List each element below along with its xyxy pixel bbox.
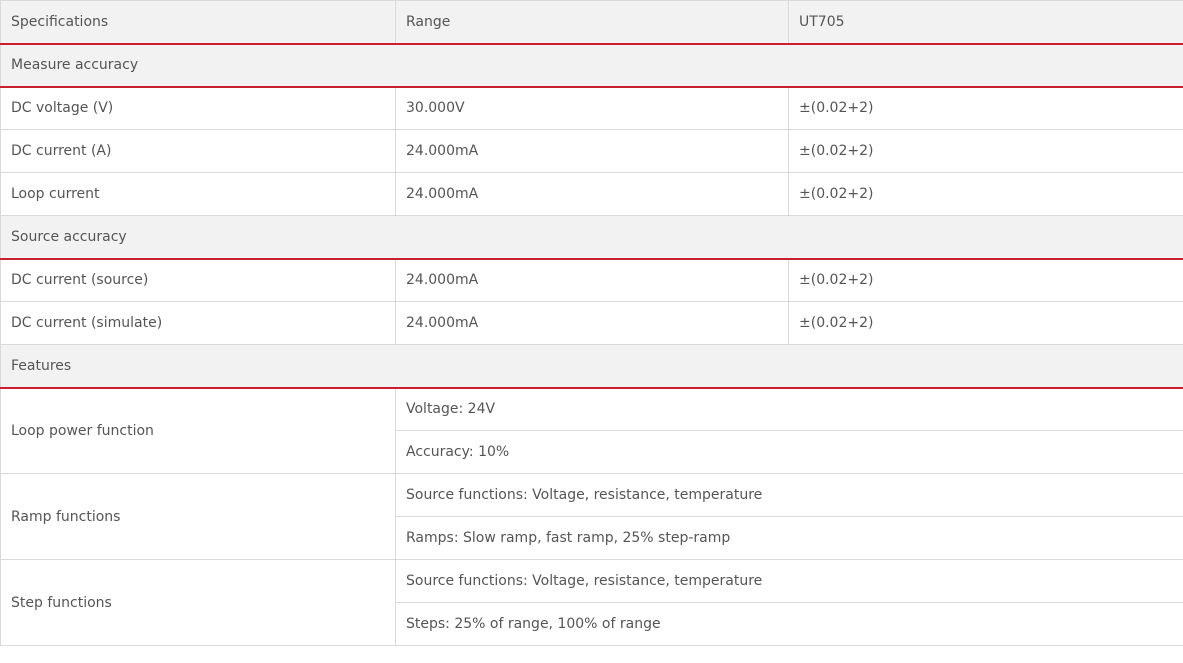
feature-detail-cell: Source functions: Voltage, resistance, t… [395, 559, 1183, 603]
spec-cell: DC current (A) [0, 129, 396, 173]
section-row-measure: Measure accuracy [0, 43, 1183, 88]
value-cell: ±(0.02+2) [788, 172, 1183, 216]
range-cell: 24.000mA [395, 129, 789, 173]
feature-detail-cell: Voltage: 24V [395, 387, 1183, 431]
spec-cell: Loop current [0, 172, 396, 216]
table-row: Loop power function Voltage: 24V [0, 387, 1183, 474]
table-row: DC current (source) 24.000mA ±(0.02+2) [0, 258, 1183, 302]
table-header-row: Specifications Range UT705 [0, 0, 1183, 45]
feature-name-cell: Step functions [0, 559, 396, 646]
value-cell: ±(0.02+2) [788, 129, 1183, 173]
spec-cell: DC current (simulate) [0, 301, 396, 345]
header-specifications: Specifications [0, 0, 396, 45]
value-cell: ±(0.02+2) [788, 301, 1183, 345]
section-row-features: Features [0, 344, 1183, 389]
table-row: Ramp functions Source functions: Voltage… [0, 473, 1183, 560]
range-cell: 30.000V [395, 86, 789, 130]
table-row: DC current (A) 24.000mA ±(0.02+2) [0, 129, 1183, 173]
table-row: Loop current 24.000mA ±(0.02+2) [0, 172, 1183, 216]
range-cell: 24.000mA [395, 172, 789, 216]
feature-name-cell: Loop power function [0, 387, 396, 474]
value-cell: ±(0.02+2) [788, 86, 1183, 130]
feature-detail-cell: Ramps: Slow ramp, fast ramp, 25% step-ra… [395, 516, 1183, 560]
spec-cell: DC current (source) [0, 258, 396, 302]
header-range: Range [395, 0, 789, 45]
feature-name-cell: Ramp functions [0, 473, 396, 560]
feature-detail-cell: Accuracy: 10% [395, 430, 1183, 474]
table-row: DC current (simulate) 24.000mA ±(0.02+2) [0, 301, 1183, 345]
section-title-source: Source accuracy [0, 215, 1183, 260]
feature-detail-cell: Source functions: Voltage, resistance, t… [395, 473, 1183, 517]
table-row: DC voltage (V) 30.000V ±(0.02+2) [0, 86, 1183, 130]
section-title-features: Features [0, 344, 1183, 389]
spec-cell: DC voltage (V) [0, 86, 396, 130]
table-row: Step functions Source functions: Voltage… [0, 559, 1183, 646]
header-model: UT705 [788, 0, 1183, 45]
section-row-source: Source accuracy [0, 215, 1183, 260]
feature-detail-cell: Steps: 25% of range, 100% of range [395, 602, 1183, 646]
range-cell: 24.000mA [395, 258, 789, 302]
specifications-table: Specifications Range UT705 Measure accur… [0, 0, 1183, 646]
section-title-measure: Measure accuracy [0, 43, 1183, 88]
range-cell: 24.000mA [395, 301, 789, 345]
value-cell: ±(0.02+2) [788, 258, 1183, 302]
